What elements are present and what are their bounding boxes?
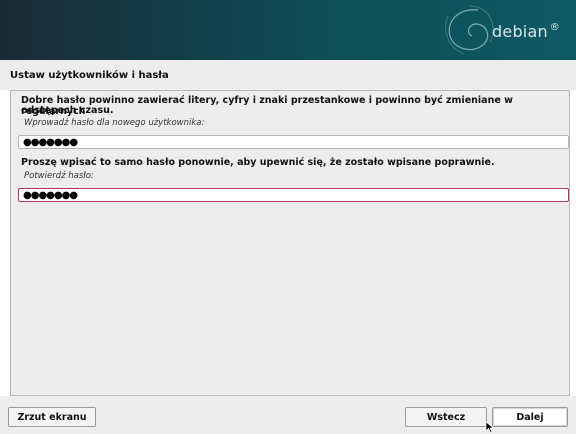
- repeat-instruction-text: Proszę wpisać to samo hasło ponownie, ab…: [21, 157, 495, 168]
- confirm-password-field[interactable]: ●●●●●●●: [18, 188, 569, 202]
- password-label: Wprowadź hasło dla nowego użytkownika:: [24, 118, 205, 128]
- confirm-password-label: Potwierdź hasło:: [24, 171, 94, 181]
- back-button[interactable]: Wstecz: [405, 407, 487, 427]
- continue-button[interactable]: Dalej: [492, 407, 568, 427]
- debian-logo: debian ®: [492, 22, 560, 41]
- password-field[interactable]: ●●●●●●●: [18, 135, 569, 149]
- instruction-text-line2: odstępach czasu.: [21, 105, 114, 116]
- mouse-pointer-icon: [485, 421, 495, 433]
- debian-swirl-icon: [445, 5, 494, 55]
- screenshot-button[interactable]: Zrzut ekranu: [8, 407, 96, 427]
- page-title: Ustaw użytkowników i hasła: [10, 70, 169, 81]
- header-banner: debian ®: [0, 0, 576, 60]
